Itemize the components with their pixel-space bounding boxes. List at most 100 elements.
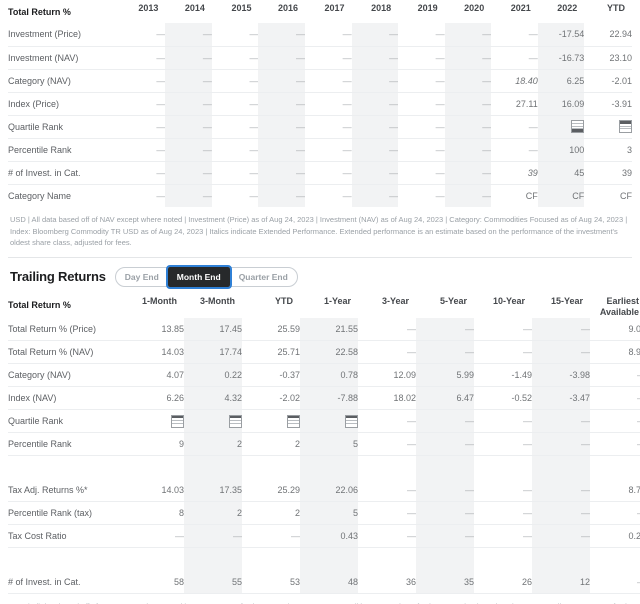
data-cell: — [532,409,590,433]
data-cell: — [249,75,259,86]
data-cell: — [523,531,532,541]
trailing-returns-header: Trailing Returns Day End Month End Quarter… [8,258,632,293]
data-cell: -2.01 [611,75,632,86]
data-cell [416,455,474,479]
annual-column-header: 2014 [184,3,205,13]
data-cell: -0.37 [279,370,300,380]
data-cell: — [523,508,532,518]
data-cell: 0.43 [300,524,358,548]
data-cell: 35 [416,570,474,594]
row-label [8,548,126,571]
data-cell: — [528,121,538,132]
data-cell [242,548,300,571]
data-cell [532,455,590,479]
data-cell: 5 [300,501,358,525]
table-row: Total Return % (NAV) 14.03 17.74 25.71 22.58… [8,340,640,364]
row-label: Percentile Rank [8,439,72,449]
data-cell: — [444,69,492,92]
data-cell: — [435,52,445,63]
quartile-cell [184,409,242,433]
data-cell: — [523,484,532,495]
trailing-column-header: 3-Year [381,295,409,306]
data-cell: — [523,347,532,357]
data-cell: — [523,323,532,334]
data-cell: — [249,52,259,63]
data-cell: — [156,29,166,40]
data-cell: 0.23 [628,531,640,541]
data-cell [184,547,242,571]
table-row: Index (NAV) 6.26 4.32 -2.02 -7.88 18.02 6.47 -0… [8,386,640,410]
data-cell: — [156,75,166,86]
tab-quarter-end[interactable]: Quarter End [230,267,297,287]
trailing-footnote: USD | All data based off of NAV except w… [8,594,632,604]
data-cell: 22.94 [609,29,632,40]
quartile-rank-icon [345,414,358,428]
data-cell: — [407,439,416,449]
tab-month-end[interactable]: Month End [165,264,232,289]
data-cell: — [258,138,306,161]
data-cell: — [351,184,399,207]
data-cell: — [416,340,474,364]
period-tab-group[interactable]: Day End Month End Quarter End [114,264,298,289]
row-label: Investment (NAV) [8,52,79,63]
data-cell: — [184,524,242,548]
performance-page: Total Return % 2013 2014 2015 2016 2017 2018 2… [0,0,640,604]
data-cell: -16.73 [537,46,585,69]
data-cell: 5 [300,432,358,456]
trailing-column-header: 15-Year [550,295,583,306]
data-cell: 8 [178,508,184,518]
data-cell: — [416,501,474,525]
data-cell: — [435,121,445,132]
quartile-cell [242,410,300,433]
table-row: Index (Price) — — — — — — — —27.11 16.09 -3.91 [8,92,632,115]
data-cell: -3.91 [611,98,632,109]
annual-column-header: 2021 [510,3,531,13]
data-cell: 12.09 [393,370,416,380]
annual-column-header: 2022 [557,3,578,13]
data-cell: — [165,161,212,184]
annual-column-header: 2013 [138,3,159,13]
data-cell: — [435,167,445,178]
quartile-cell [537,115,585,138]
row-label: Percentile Rank [8,144,72,155]
data-cell: — [444,23,492,46]
data-cell: — [156,98,166,109]
data-cell: 26 [521,576,532,587]
data-cell: — [156,52,166,63]
annual-column-header: 2016 [277,3,299,13]
data-cell: — [249,144,259,155]
data-cell: — [249,29,259,40]
data-cell: — [175,531,184,541]
data-cell: 8.98 [628,347,640,357]
data-cell: 36 [405,576,416,587]
tab-day-end[interactable]: Day End [116,267,168,287]
data-cell: — [407,347,416,357]
quartile-rank-icon [229,414,242,428]
data-cell: CF [525,190,538,201]
annual-table-header: Total Return % 2013 2014 2015 2016 2017 2018 2… [8,0,632,23]
data-cell: — [165,115,212,138]
row-label: Category (NAV) [8,75,71,86]
data-cell: 17.45 [184,317,242,341]
row-label: Total Return % (NAV) [8,347,94,357]
data-cell: — [342,52,352,63]
data-cell: 8.72 [628,484,640,495]
quartile-rank-icon [287,414,300,428]
data-cell: CF [620,190,632,201]
trailing-column-header: 10-Year [492,295,525,306]
data-cell: — [528,52,538,63]
data-cell: — [590,502,640,525]
data-cell: 4.32 [184,386,242,410]
data-cell: — [342,98,352,109]
table-row: Tax Adj. Returns %* 14.03 17.35 25.29 22.06 —… [8,478,640,502]
data-cell: — [291,531,300,541]
data-cell: — [523,439,532,449]
data-cell: 14.03 [161,484,184,495]
data-cell [590,456,640,479]
row-label [8,456,126,479]
data-cell [590,548,640,571]
data-cell: — [528,144,538,155]
trailing-returns-table: Total Return % 1-Month 3-Month YTD 1-Year 3-… [8,293,640,595]
data-cell: — [523,416,532,426]
data-cell: 55 [184,570,242,594]
